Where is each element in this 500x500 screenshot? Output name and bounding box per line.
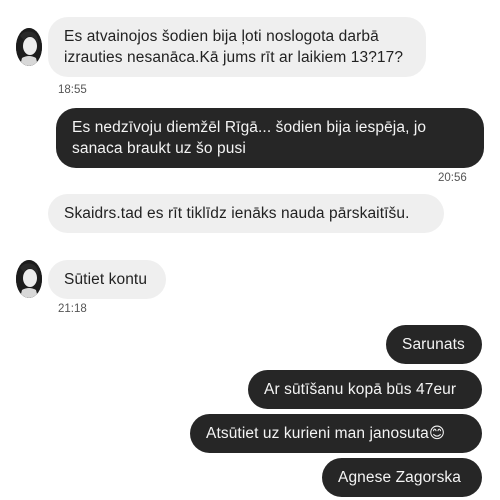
- message-bubble-outgoing: Atsūtiet uz kurieni man janosuta😊: [190, 414, 482, 453]
- message-bubble-incoming: Skaidrs.tad es rīt tiklīdz ienāks nauda …: [48, 194, 444, 233]
- message-timestamp: 18:55: [58, 84, 87, 96]
- contact-avatar[interactable]: [16, 260, 42, 298]
- message-timestamp: 21:18: [58, 303, 87, 315]
- message-bubble-outgoing: Ar sūtīšanu kopā būs 47eur: [248, 370, 482, 409]
- message-bubble-outgoing: Sarunats: [386, 325, 482, 364]
- contact-avatar[interactable]: [16, 28, 42, 66]
- message-bubble-incoming: Es atvainojos šodien bija ļoti noslogota…: [48, 17, 426, 77]
- message-timestamp: 20:56: [438, 172, 467, 184]
- message-bubble-outgoing: Es nedzīvoju diemžēl Rīgā... šodien bija…: [56, 108, 484, 168]
- message-bubble-outgoing: Agnese Zagorska: [322, 458, 482, 497]
- message-bubble-incoming: Sūtiet kontu: [48, 260, 166, 299]
